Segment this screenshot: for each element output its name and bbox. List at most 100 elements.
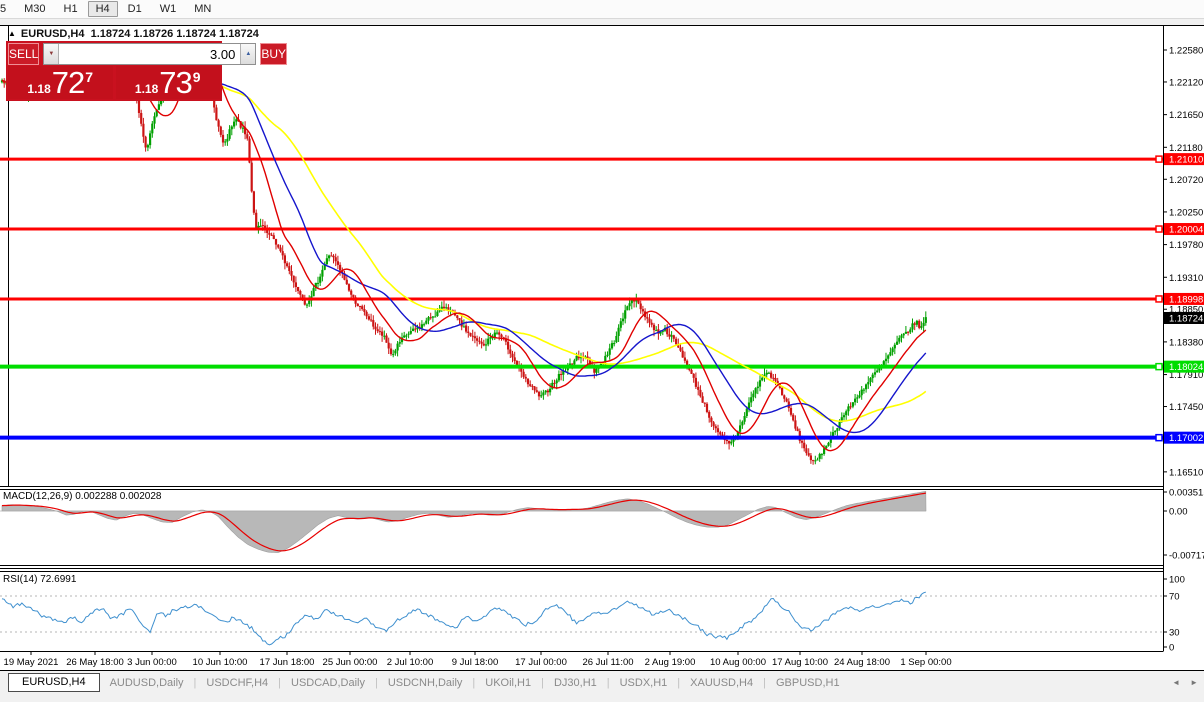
price-axis-label: 1.19310 [1169,273,1203,284]
sell-price-pip: 7 [85,69,94,85]
timeframe-button-mn[interactable]: MN [186,1,219,17]
svg-text:1.20004: 1.20004 [1169,225,1203,236]
timeframe-button-h1[interactable]: H1 [56,1,86,17]
price-axis-label: 1.18380 [1169,337,1203,348]
rsi-axis-label: 0 [1169,643,1174,654]
ma-mid-line [1,76,927,434]
svg-text:1.18998: 1.18998 [1169,294,1203,305]
sell-price-display[interactable]: 1.18 72 7 [8,66,113,99]
price-axis-label: 1.20720 [1169,175,1203,186]
timeframe-toolbar: 5 M30 H1 H4 D1 W1 MN [0,0,1204,18]
chart-tab-usdcnh[interactable]: USDCNH,Daily [378,675,473,691]
level-handle[interactable] [1155,155,1163,163]
chart-tab-usdx[interactable]: USDX,H1 [610,675,678,691]
sell-price-main: 72 [51,65,85,100]
timeframe-button-w1[interactable]: W1 [152,1,185,17]
chart-tab-audusd[interactable]: AUDUSD,Daily [100,675,194,691]
mt4-window: { "toolbar": {"timeframes": ["5","M30","… [0,0,1204,702]
level-handle[interactable] [1155,433,1163,442]
chart-tabs: EURUSD,H4 AUDUSD,Daily | USDCHF,H4 | USDCAD,D… [8,672,850,693]
volume-input[interactable] [59,44,241,64]
rsi-label: RSI(14) 72.6991 [3,574,77,585]
price-axis-label: 1.21180 [1169,143,1203,154]
chart-tab-usdcad[interactable]: USDCAD,Daily [281,675,375,691]
price-axis-label: 1.22580 [1169,46,1203,57]
chart-tab-eurusd[interactable]: EURUSD,H4 [8,673,100,692]
price-axis-label: 1.22120 [1169,77,1203,88]
level-handle[interactable] [1155,225,1163,233]
time-axis-label: 25 Jun 00:00 [323,657,378,668]
sell-price-prefix: 1.18 [27,82,51,96]
svg-text:1.18724: 1.18724 [1169,313,1203,324]
timeframe-button-m30[interactable]: M30 [16,1,53,17]
chart-tab-gbpusd[interactable]: GBPUSD,H1 [766,675,850,691]
time-axis-label: 10 Aug 00:00 [710,657,766,668]
time-axis-label: 1 Sep 00:00 [900,657,951,668]
rsi-axis-label: 70 [1169,592,1180,603]
svg-text:1.18024: 1.18024 [1169,362,1203,373]
chart-tab-ukoil[interactable]: UKOil,H1 [475,675,541,691]
svg-text:1.21010: 1.21010 [1169,155,1203,166]
horizontal-level-lines[interactable] [0,155,1163,442]
chart-tab-usdchf[interactable]: USDCHF,H4 [196,675,278,691]
timeframe-button-h4[interactable]: H4 [87,1,118,17]
rsi-indicator [0,591,1163,646]
level-handle[interactable] [1155,295,1163,303]
volume-control: ▼ ▲ [43,43,257,65]
sell-button[interactable]: SELL [8,43,40,65]
time-axis-label: 17 Jun 18:00 [260,657,315,668]
time-axis[interactable]: 19 May 2021 26 May 18:00 3 Jun 00:00 10 Jun… [4,652,952,668]
time-axis-label: 19 May 2021 [4,657,59,668]
rsi-axis-label: 100 [1169,575,1185,586]
price-axis-label: 1.20250 [1169,207,1203,218]
buy-price-prefix: 1.18 [134,82,159,96]
rsi-line [1,591,926,646]
trade-controls-row: SELL ▼ ▲ BUY [8,43,288,65]
rsi-axis-label: 30 [1169,628,1180,639]
time-axis-label: 9 Jul 18:00 [452,657,498,668]
chart-tab-dj30[interactable]: DJ30,H1 [544,675,607,691]
time-axis-label: 3 Jun 00:00 [127,657,177,668]
time-axis-label: 17 Aug 10:00 [772,657,828,668]
volume-decrement-button[interactable]: ▼ [44,44,60,64]
time-axis-label: 26 Jul 11:00 [582,657,633,668]
buy-price-display[interactable]: 1.18 73 9 [115,65,220,100]
buy-button[interactable]: BUY [260,43,288,65]
price-axis[interactable]: 1.22580 1.22120 1.21650 1.21180 1.20720 1.202… [1163,46,1204,654]
trade-prices-row: 1.18 72 7 1.18 73 9 [8,66,220,99]
chart-tab-xauusd[interactable]: XAUUSD,H4 [680,675,763,691]
time-axis-label: 17 Jul 00:00 [515,657,567,668]
tab-scroll-right-icon[interactable]: ► [1190,678,1198,687]
time-axis-label: 2 Aug 19:00 [645,657,696,668]
candlestick-series [0,47,927,465]
chart-title-text: EURUSD,H4 1.18724 1.18726 1.18724 1.1872… [20,28,259,40]
price-axis-label: 1.19780 [1169,240,1203,251]
volume-increment-button[interactable]: ▲ [240,44,256,64]
price-axis-label: 1.16510 [1169,467,1203,478]
chart-window-top-border [0,25,1204,26]
buy-price-pip: 9 [192,69,201,85]
svg-text:1.17002: 1.17002 [1169,433,1203,444]
price-axis-label: 1.17450 [1169,402,1203,413]
macd-axis-label: -0.00717 [1169,551,1204,562]
tab-scroll-left-icon[interactable]: ◄ [1172,678,1180,687]
time-axis-label: 24 Aug 18:00 [834,657,890,668]
buy-price-main: 73 [159,65,192,100]
price-axis-label: 1.21650 [1169,110,1203,121]
time-axis-label: 10 Jun 10:00 [193,657,248,668]
ma-slow-line [1,79,927,423]
timeframe-button-5[interactable]: 5 [0,1,14,17]
chart-tab-bar: EURUSD,H4 AUDUSD,Daily | USDCHF,H4 | USDCAD,D… [0,670,1204,702]
macd-label: MACD(12,26,9) 0.002288 0.002028 [3,491,162,502]
macd-axis-label: 0.00 [1169,507,1188,518]
tab-scroll-buttons: ◄ ► [1172,678,1198,687]
macd-axis-label: 0.003515 [1169,488,1204,499]
time-axis-label: 26 May 18:00 [66,657,124,668]
collapse-triangle-icon[interactable]: ▲ [8,29,16,38]
timeframe-button-d1[interactable]: D1 [120,1,150,17]
chart-title: ▲ EURUSD,H4 1.18724 1.18726 1.18724 1.18… [8,28,259,40]
time-axis-label: 2 Jul 10:00 [387,657,433,668]
one-click-trading-panel: SELL ▼ ▲ BUY 1.18 72 7 1.18 73 9 [6,41,288,101]
panel-borders [0,25,1204,652]
level-handle[interactable] [1155,362,1163,371]
